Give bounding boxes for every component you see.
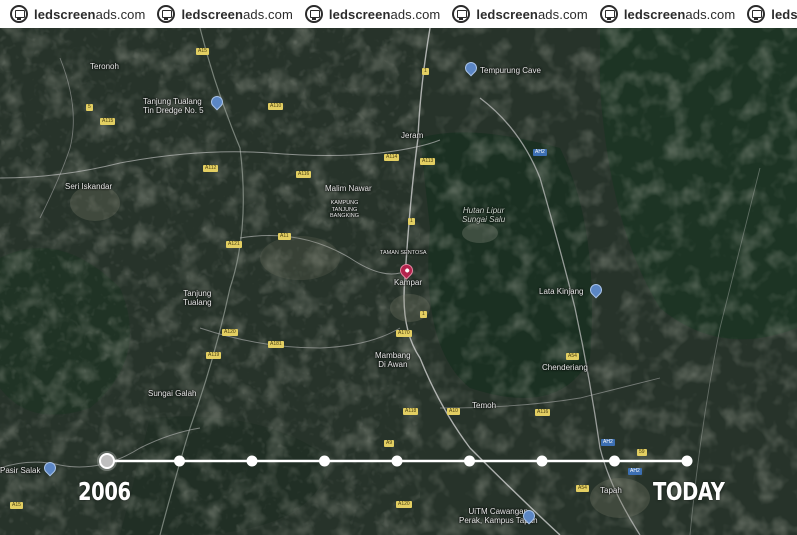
road-shield-a181: A181 [268,341,284,348]
road-shield-a10: A10 [447,408,460,415]
watermark-brand-light: ads.com [390,6,441,22]
road-shield-a120b: A120 [396,501,412,508]
road-shield-1: 1 [422,68,429,75]
watermark-item: ledscreenads.com [157,5,293,23]
timeline-dot[interactable] [246,455,258,467]
road-shield-ah2b: AH2 [601,439,615,446]
place-label-jeram: Jeram [401,131,424,140]
monitor-circle-icon [599,5,618,23]
timeline-dot[interactable] [681,455,693,467]
watermark-item: ledscreenads.com [304,5,440,23]
road-shield-a110: A110 [268,103,284,110]
monitor-circle-icon [747,5,766,23]
watermark-text: ledscreenads.com [771,7,797,22]
watermark-brand-light: ads.com [95,6,146,22]
watermark-brand-light: ads.com [537,6,588,22]
timeline-dot[interactable] [174,455,185,467]
watermark-item: ledscreenads.com [599,5,735,23]
place-label-kampar: Kampar [394,278,423,287]
road-shield-59: 59 [637,449,647,456]
place-label-tanjung-tualang-dredge: Tanjung Tualang Tin Dredge No. 5 [143,97,204,115]
watermark-text: ledscreenads.com [34,7,145,22]
place-label-chenderiang: Chenderiang [542,363,588,372]
road-shield-a115: A115 [100,118,116,125]
road-shield-1c: 1 [420,311,427,318]
monitor-circle-icon [157,5,176,23]
road-shield-a119: A119 [206,352,222,359]
place-label-mambang: Mambang Di Awan [375,351,411,369]
road-shield-a11: A11 [278,233,291,240]
road-shield-a121: A121 [226,241,242,248]
watermark-item: ledscreenads.com [747,5,797,23]
road-shield-a15b: A15 [10,502,23,509]
road-shield-a15: A15 [196,48,209,55]
place-label-seri-iskandar: Seri Iskandar [65,182,113,191]
place-label-pasir-salak: Pasir Salak [0,466,41,475]
road-shield-a118: A118 [403,408,419,415]
watermark-text: ledscreenads.com [624,7,735,22]
place-label-kampung-tanjung: KAMPUNG TANJUNG BANGKING [330,200,360,219]
timeline-end-label: TODAY [653,477,725,506]
watermark-item: ledscreenads.com [10,5,145,23]
road-shield-a116b: A116 [535,409,551,416]
timeline-dot[interactable] [464,455,475,467]
timeline-dot[interactable] [319,455,330,467]
watermark-text: ledscreenads.com [329,7,440,22]
monitor-circle-icon [10,5,28,23]
watermark-brand-light: ads.com [685,6,736,22]
watermark-text: ledscreenads.com [476,7,587,22]
watermark-item: ledscreenads.com [452,5,588,23]
watermark-brand-light: ads.com [243,6,293,22]
monitor-circle-icon [304,5,323,23]
place-label-malim-nawar: Malim Nawar [325,184,372,193]
place-label-sungai-galah: Sungai Galah [148,389,197,398]
road-shield-a112: A112 [203,165,219,172]
place-label-taman-sentosa: TAMAN SENTOSA [380,250,427,256]
satellite-map[interactable]: Teronoh Tanjung Tualang Tin Dredge No. 5… [0,28,797,535]
watermark-brand-bold: ledscreen [181,6,244,22]
watermark-brand-bold: ledscreen [328,6,391,22]
watermark-brand-bold: ledscreen [623,6,686,22]
road-shield-a9: A9 [384,440,395,447]
place-label-tanjung-tualang: Tanjung Tualang [183,289,212,307]
road-shield-a114: A114 [384,154,400,161]
place-label-tempurung-cave: Tempurung Cave [480,66,541,75]
road-shield-70: A170 [396,330,412,337]
road-shield-a54: A54 [566,353,579,360]
watermark-banner: ledscreenads.com ledscreenads.com ledscree… [0,0,797,28]
road-shield-1b: 1 [408,218,415,225]
road-shield-ah2: AH2 [533,149,547,156]
timeline-dot[interactable] [609,455,620,467]
place-label-temoh: Temoh [472,401,497,410]
place-label-tapah: Tapah [600,486,622,495]
watermark-text: ledscreenads.com [181,7,292,22]
timeline-dot[interactable] [391,455,403,467]
road-shield-a54b: A54 [576,485,589,492]
timeline-dot[interactable] [536,455,548,467]
watermark-brand-bold: ledscreen [476,6,538,22]
road-shield-a116: A116 [296,171,312,178]
road-shield-ah2c: AH2 [628,468,642,475]
map-timeline-screen: ledscreenads.com ledscreenads.com ledscree… [0,0,797,535]
monitor-circle-icon [452,5,471,23]
road-shield-a113: A113 [420,158,436,165]
watermark-brand-bold: ledscreen [771,6,797,22]
place-label-teronoh: Teronoh [90,62,119,71]
timeline-dot-active[interactable] [99,453,115,469]
place-label-lata-kinjang: Lata Kinjang [539,287,584,296]
timeline-start-label: 2006 [78,477,131,506]
watermark-brand-bold: ledscreen [34,6,96,22]
place-label-hutan-lipur: Hutan Lipur Sungai Salu [462,206,506,224]
road-shield-a120: A120 [222,329,238,336]
road-shield-5: 5 [86,104,93,111]
